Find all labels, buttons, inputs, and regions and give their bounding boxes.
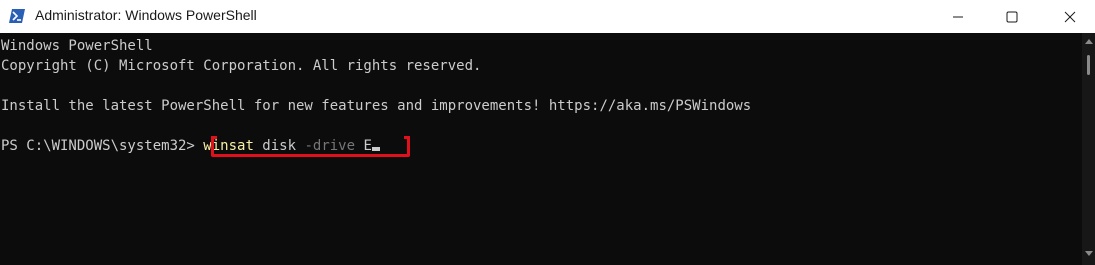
maximize-button[interactable] <box>989 0 1035 33</box>
powershell-window: Administrator: Windows PowerShell Window… <box>0 0 1095 265</box>
terminal-output[interactable]: Windows PowerShell Copyright (C) Microso… <box>0 33 1082 265</box>
prompt: PS C:\WINDOWS\system32> <box>1 138 204 154</box>
terminal-line: Copyright (C) Microsoft Corporation. All… <box>1 58 482 74</box>
window-title: Administrator: Windows PowerShell <box>35 7 257 23</box>
command-highlight-box <box>211 136 410 157</box>
scrollbar-thumb[interactable] <box>1087 55 1090 75</box>
scroll-down-icon[interactable] <box>1085 251 1093 256</box>
command-highlight-box-corner <box>211 136 217 139</box>
minimize-icon <box>953 16 963 17</box>
close-button[interactable] <box>1047 0 1093 33</box>
vertical-scrollbar[interactable] <box>1082 33 1095 265</box>
minimize-button[interactable] <box>935 0 981 33</box>
maximize-icon <box>1006 11 1018 22</box>
close-icon <box>1064 11 1076 22</box>
scroll-up-icon[interactable] <box>1085 39 1093 44</box>
command-highlight-box-corner <box>404 136 410 139</box>
title-bar[interactable]: Administrator: Windows PowerShell <box>0 0 1095 33</box>
terminal-line: Install the latest PowerShell for new fe… <box>1 98 752 114</box>
terminal-line: Windows PowerShell <box>1 38 153 54</box>
powershell-icon <box>9 9 25 23</box>
